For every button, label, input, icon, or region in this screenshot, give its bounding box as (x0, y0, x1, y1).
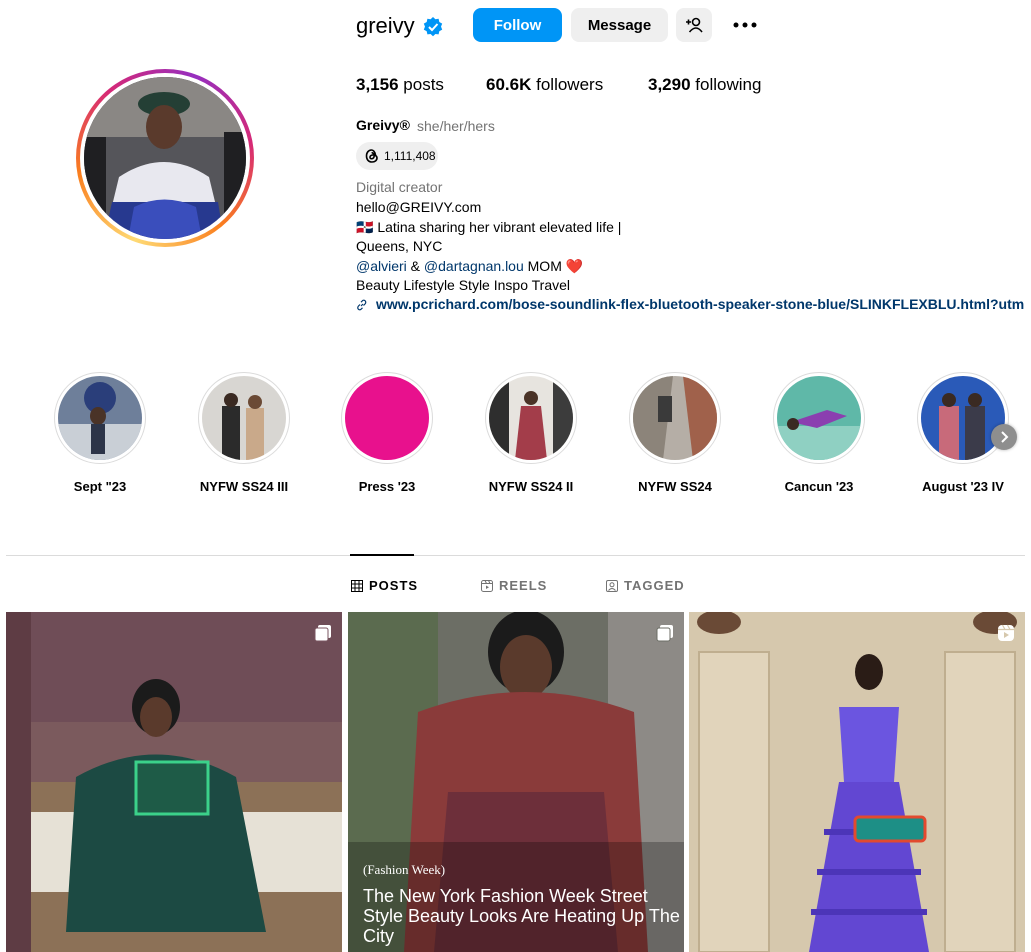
message-button[interactable]: Message (571, 8, 668, 42)
chevron-right-icon (1001, 431, 1009, 443)
following-label: following (695, 75, 762, 94)
bio-external-link[interactable]: www.pcrichard.com/bose-soundlink-flex-bl… (376, 296, 1024, 312)
highlight-item[interactable]: NYFW SS24 III (198, 372, 290, 494)
post-image (689, 612, 1025, 952)
highlight-label: Cancun '23 (784, 479, 854, 494)
threads-badge[interactable]: 1,111,408 (356, 142, 438, 170)
threads-icon (365, 149, 378, 163)
category-label: Digital creator (356, 179, 443, 195)
tab-reels-label: REELS (499, 578, 548, 593)
highlight-cover (633, 376, 717, 460)
highlight-label: NYFW SS24 II (488, 479, 574, 494)
highlight-label: August '23 IV (922, 479, 1004, 494)
highlight-item[interactable]: Sept "23 (54, 372, 146, 494)
bio-link-wrap: www.pcrichard.com/bose-soundlink-flex-bl… (376, 296, 1031, 314)
followers-count: 60.6K (486, 75, 532, 94)
tagged-icon (606, 579, 618, 592)
carousel-icon (656, 625, 673, 642)
profile-avatar[interactable] (84, 77, 246, 239)
highlight-item[interactable]: August '23 IV (917, 372, 1009, 494)
tab-tagged-label: TAGGED (624, 578, 685, 593)
following-stat[interactable]: 3,290 following (648, 75, 761, 95)
bio-email: hello@GREIVY.com (356, 199, 482, 215)
threads-count: 1,111,408 (384, 149, 436, 163)
display-name: Greivy® (356, 117, 410, 133)
highlight-cover (345, 376, 429, 460)
tab-posts[interactable]: POSTS (351, 578, 418, 593)
pronouns: she/her/hers (417, 118, 495, 134)
mention-suffix: MOM ❤️ (523, 258, 584, 274)
followers-label: followers (536, 75, 604, 94)
reels-icon (481, 579, 493, 592)
tab-tagged[interactable]: TAGGED (606, 578, 685, 593)
more-options-button[interactable] (728, 8, 762, 42)
highlight-item[interactable]: Cancun '23 (773, 372, 865, 494)
profile-username: greivy (356, 13, 415, 38)
post-image (6, 612, 342, 952)
active-tab-indicator (350, 554, 414, 556)
mention-dartagnan[interactable]: @dartagnan.lou (424, 258, 524, 274)
post-caption: The New York Fashion Week Street Style B… (363, 886, 680, 946)
grid-icon (351, 579, 363, 592)
tabs-divider (6, 555, 1025, 556)
highlight-cover (58, 376, 142, 460)
bio-location: Queens, NYC (356, 238, 443, 254)
link-icon (356, 298, 368, 316)
post-tile[interactable] (689, 612, 1025, 952)
posts-stat: 3,156 posts (356, 75, 444, 95)
follow-button[interactable]: Follow (473, 8, 562, 42)
highlight-item[interactable]: NYFW SS24 (629, 372, 721, 494)
highlight-cover (921, 376, 1005, 460)
bio-interests: Beauty Lifestyle Style Inspo Travel (356, 277, 570, 293)
mention-alvieri[interactable]: @alvieri (356, 258, 407, 274)
tab-reels[interactable]: REELS (481, 578, 547, 593)
carousel-icon (314, 625, 331, 642)
tab-posts-label: POSTS (369, 578, 419, 593)
highlight-label: Sept "23 (73, 479, 127, 494)
highlight-label: NYFW SS24 III (199, 479, 289, 494)
verified-badge-icon (423, 17, 443, 37)
bio-line: 🇩🇴 Latina sharing her vibrant elevated l… (356, 219, 622, 235)
mention-separator: & (406, 258, 424, 274)
post-tile[interactable] (6, 612, 342, 952)
highlight-cover (489, 376, 573, 460)
post-tile[interactable]: (Fashion Week) The New York Fashion Week… (348, 612, 684, 952)
more-dots-icon (733, 22, 757, 28)
following-count: 3,290 (648, 75, 691, 94)
add-user-icon (686, 17, 703, 33)
highlight-cover (202, 376, 286, 460)
highlight-label: NYFW SS24 (638, 479, 712, 494)
posts-count: 3,156 (356, 75, 399, 94)
highlight-item[interactable]: Press '23 (341, 372, 433, 494)
reel-icon (998, 624, 1014, 641)
highlight-label: Press '23 (358, 479, 416, 494)
bio-mentions: @alvieri & @dartagnan.lou MOM ❤️ (356, 258, 583, 275)
highlight-cover (777, 376, 861, 460)
highlight-item[interactable]: NYFW SS24 II (485, 372, 577, 494)
post-caption-tag: (Fashion Week) (363, 862, 446, 877)
highlights-next-button[interactable] (991, 424, 1017, 450)
suggested-accounts-button[interactable] (676, 8, 712, 42)
followers-stat[interactable]: 60.6K followers (486, 75, 603, 95)
posts-label: posts (403, 75, 444, 94)
